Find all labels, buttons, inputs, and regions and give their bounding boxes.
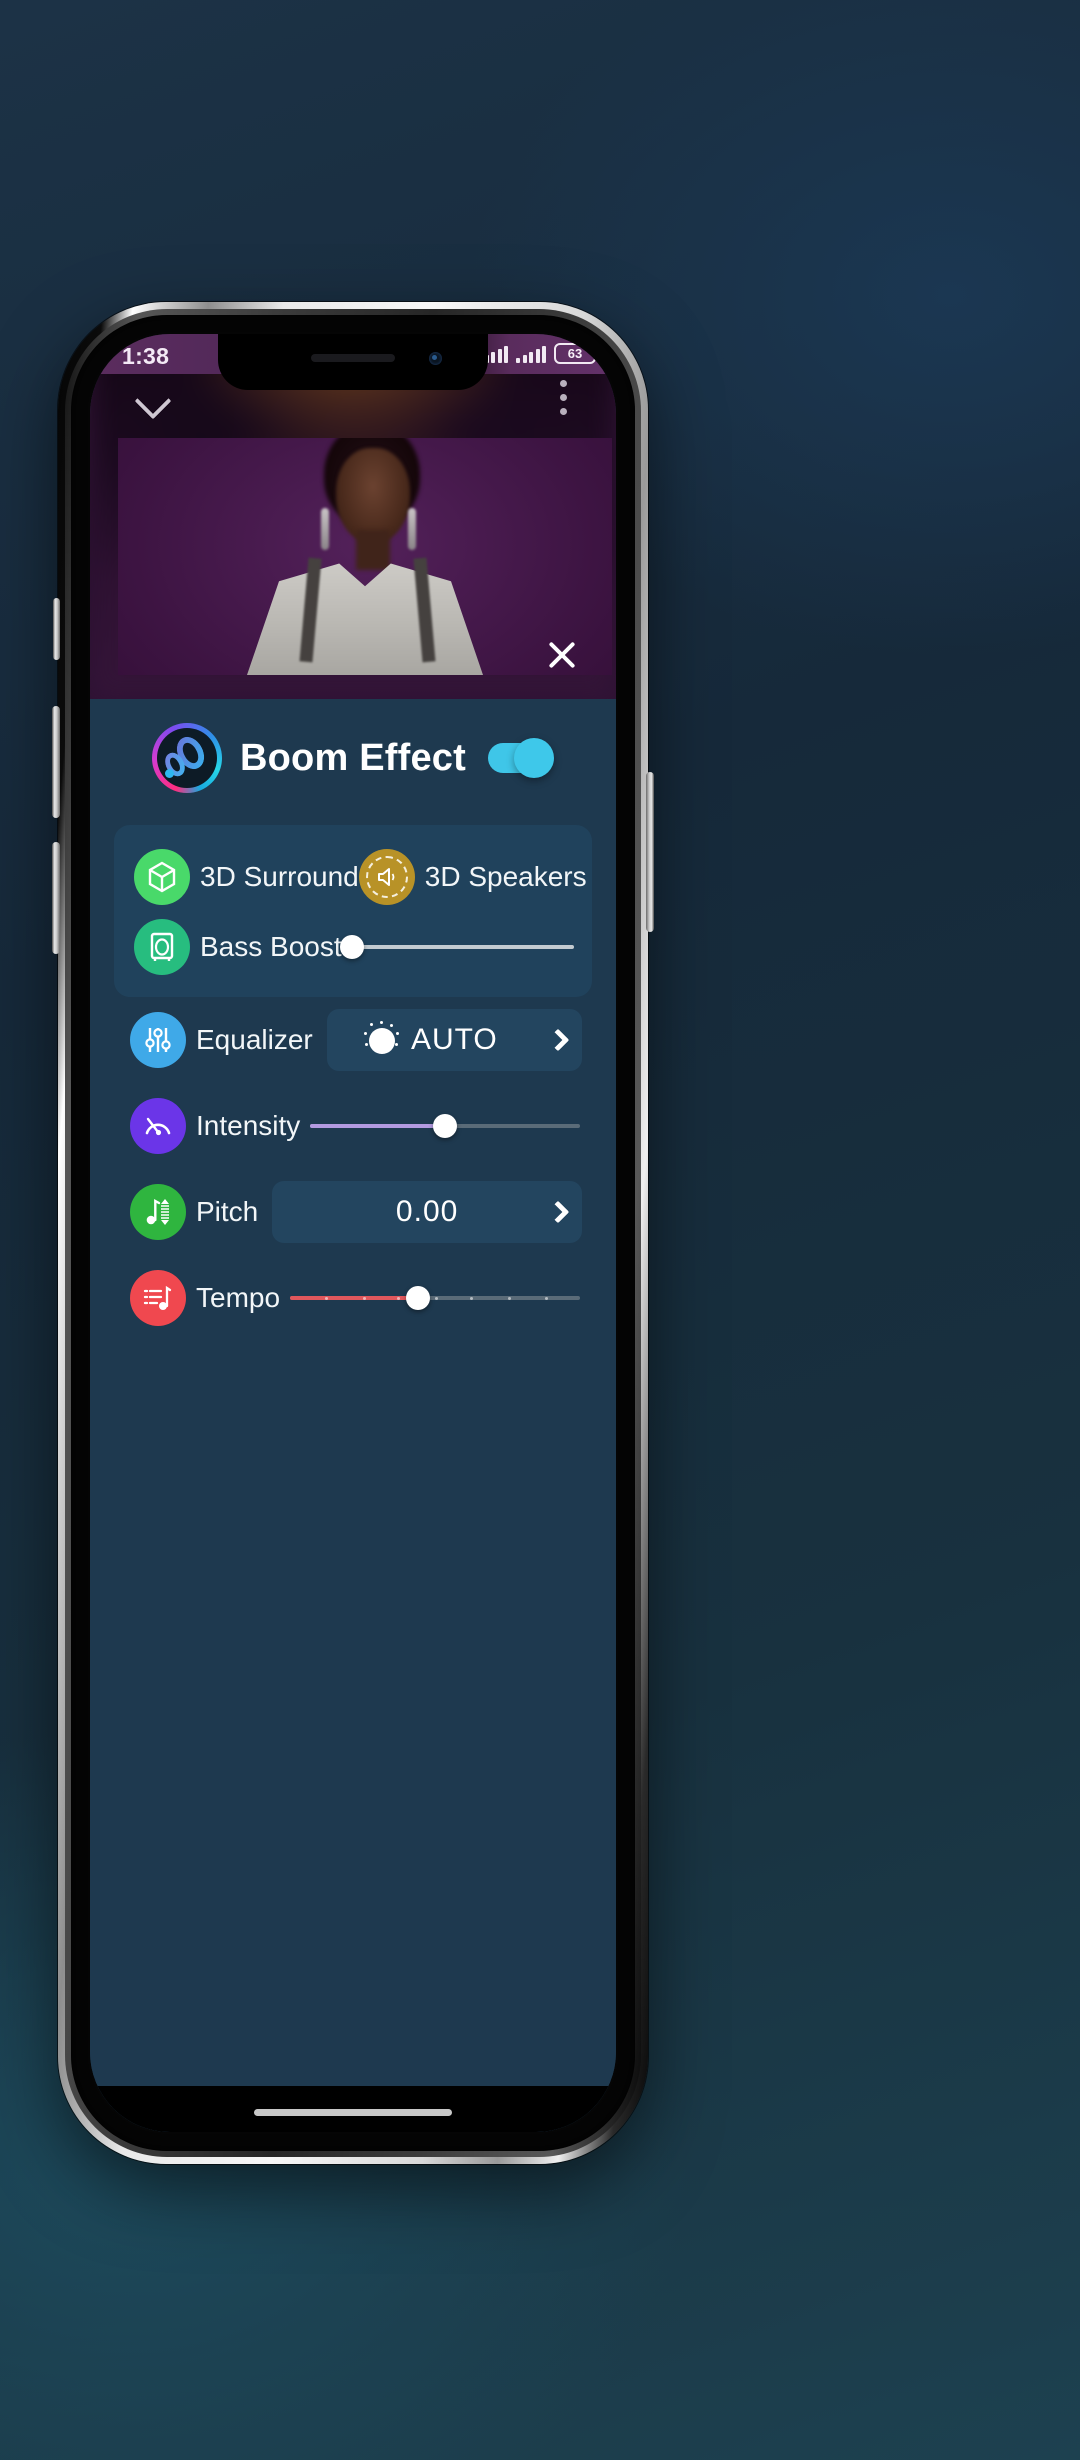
dial-knob-icon [363, 1021, 399, 1057]
phone-screen: Boom Effect 3D Surround 3D Speakers Bass… [90, 334, 616, 2132]
battery-percent: 63 [567, 346, 583, 361]
slider-track [351, 945, 574, 949]
bass-boost-label: Bass Boost [200, 931, 342, 962]
slider-handle[interactable] [433, 1114, 458, 1138]
thumbnail-earring-left [321, 508, 329, 550]
pitch-note-icon [130, 1184, 186, 1240]
bass-boost-row: Bass Boost [114, 905, 592, 975]
speaker-surround-icon [358, 849, 415, 905]
setting-row-equalizer[interactable]: Equalizer AUTO [108, 997, 598, 1083]
intensity-label: Intensity [196, 1110, 301, 1141]
status-bar-time: 1:38 [122, 343, 170, 369]
thumbnail-person-neck [356, 530, 390, 570]
toggle-knob [514, 738, 554, 778]
boom-effect-toggle[interactable] [488, 738, 554, 778]
setting-row-pitch[interactable]: Pitch 0.00 [108, 1169, 598, 1255]
slider-fill [310, 1124, 446, 1128]
equalizer-value-box[interactable]: AUTO [326, 1009, 582, 1071]
kebab-menu-icon[interactable] [558, 380, 568, 420]
phone-device: Boom Effect 3D Surround 3D Speakers Bass… [52, 302, 654, 2164]
pitch-label: Pitch [196, 1196, 259, 1227]
effects-card: 3D Surround 3D Speakers Bass Boost [114, 825, 592, 997]
chevron-down-icon[interactable] [136, 382, 170, 416]
bass-speaker-icon [134, 919, 190, 975]
mute-switch[interactable] [53, 598, 60, 660]
battery-icon: 63 [554, 343, 600, 364]
pitch-value-box[interactable]: 0.00 [272, 1181, 582, 1243]
video-thumbnail[interactable] [118, 438, 612, 675]
setting-row-tempo[interactable]: Tempo [108, 1255, 598, 1341]
page-title: Boom Effect [240, 736, 466, 779]
slider-handle[interactable] [339, 935, 364, 959]
tempo-note-icon [130, 1270, 186, 1326]
surround-speakers-row: 3D Surround 3D Speakers [114, 841, 592, 905]
phone-bezel: Boom Effect 3D Surround 3D Speakers Bass… [71, 315, 635, 2151]
cube-3d-icon [134, 849, 190, 905]
equalizer-sliders-icon [130, 1012, 186, 1068]
tempo-label: Tempo [196, 1282, 281, 1313]
slider-handle[interactable] [405, 1286, 430, 1310]
boom-logo-icon [152, 723, 222, 793]
volume-up-button[interactable] [52, 706, 60, 818]
pitch-value: 0.00 [395, 1195, 459, 1228]
status-bar-indicators: 63 [478, 340, 600, 367]
power-button[interactable] [646, 772, 654, 932]
tempo-slider[interactable] [290, 1283, 580, 1313]
close-icon[interactable] [542, 635, 582, 675]
device-notch [218, 334, 488, 390]
equalizer-label: Equalizer [196, 1024, 313, 1055]
thumbnail-earring-right [408, 508, 416, 550]
gauge-icon [130, 1098, 186, 1154]
speakers-label: 3D Speakers [424, 861, 587, 892]
volume-down-button[interactable] [52, 842, 60, 954]
setting-row-intensity[interactable]: Intensity [108, 1083, 598, 1169]
slider-ticks [290, 1296, 580, 1300]
surround-label: 3D Surround [200, 861, 359, 892]
brand-row: Boom Effect [108, 699, 598, 817]
intensity-slider[interactable] [310, 1111, 580, 1141]
signal-bars-icon [516, 345, 546, 363]
bass-boost-slider[interactable] [339, 932, 574, 962]
front-camera [429, 352, 442, 365]
boom-effect-panel: Boom Effect 3D Surround 3D Speakers Bass… [90, 699, 616, 2132]
earpiece-speaker [311, 354, 395, 362]
home-indicator[interactable] [254, 2109, 452, 2116]
